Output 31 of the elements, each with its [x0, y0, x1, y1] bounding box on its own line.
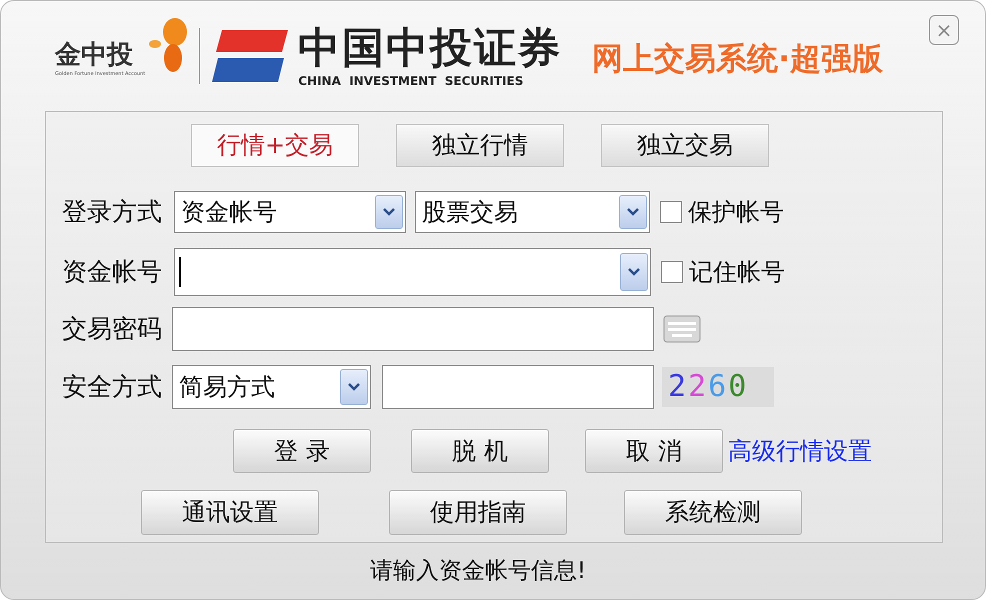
action-button[interactable]: 取 消	[585, 428, 723, 473]
tool-button[interactable]: 系统检测	[624, 490, 802, 535]
brand-name: 金中投	[55, 42, 133, 68]
password-field[interactable]	[172, 306, 654, 351]
checkbox-label: 记住帐号	[689, 256, 785, 288]
account-combo-field[interactable]	[174, 248, 651, 296]
advanced-settings-link[interactable]: 高级行情设置	[728, 432, 872, 469]
field-label: 资金帐号	[61, 256, 163, 288]
checkbox-label: 保护帐号	[688, 196, 784, 228]
tool-button[interactable]: 使用指南	[389, 490, 567, 535]
field-label: 登录方式	[61, 196, 163, 228]
dropdown[interactable]: 资金帐号	[174, 190, 406, 233]
checkbox[interactable]	[660, 200, 682, 223]
brand-subtitle: CHINA INVESTMENT SECURITIES	[298, 74, 524, 87]
tool-button[interactable]: 通讯设置	[141, 490, 319, 535]
checkbox[interactable]	[661, 260, 683, 283]
captcha-image: 2 260	[662, 366, 774, 407]
action-button[interactable]: 脱 机	[411, 428, 549, 473]
dropdown[interactable]: 简易方式	[172, 364, 371, 409]
action-button[interactable]: 登 录	[233, 428, 371, 473]
mode-tab[interactable]: 独立交易	[601, 124, 769, 167]
field-label: 交易密码	[61, 313, 163, 346]
field-label: 安全方式	[61, 371, 163, 404]
dropdown[interactable]: 股票交易	[415, 190, 650, 233]
verification-code-field[interactable]	[382, 364, 654, 409]
text-cursor	[179, 256, 181, 287]
mode-tab[interactable]: 行情+交易	[191, 124, 359, 167]
brand-name: 中国中投证券	[298, 26, 562, 69]
status-message: 请输入资金帐号信息!	[370, 556, 586, 586]
mode-tab[interactable]: 独立行情	[396, 124, 564, 167]
product-title: 网上交易系统·超强版	[592, 40, 883, 79]
